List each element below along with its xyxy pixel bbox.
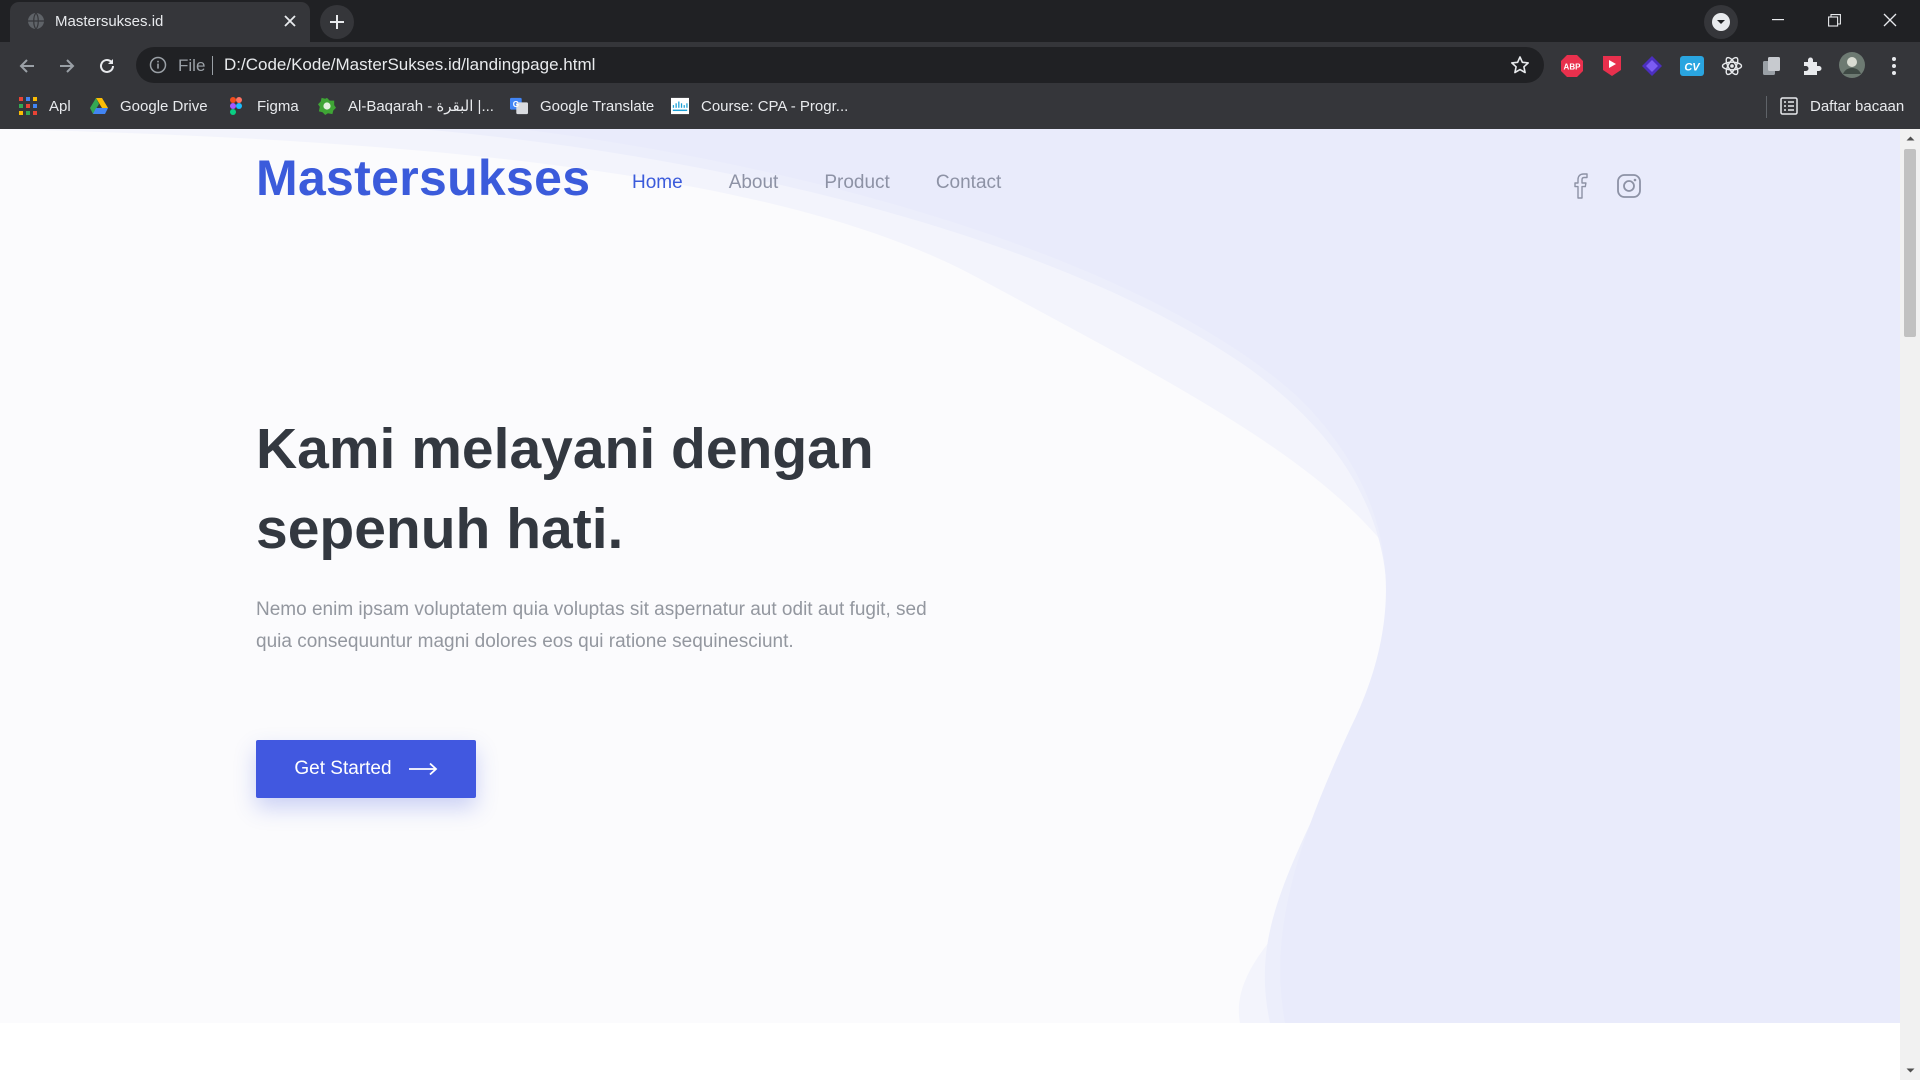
nav-home[interactable]: Home [632, 172, 683, 194]
google-drive-icon [90, 97, 108, 115]
tab-close-icon[interactable] [280, 11, 300, 31]
kebab-menu-icon[interactable] [1882, 54, 1906, 78]
video-extension-icon[interactable] [1600, 54, 1624, 78]
hero-headline: Kami melayani dengan sepenuh hati. [256, 417, 874, 561]
get-started-button[interactable]: Get Started [256, 740, 476, 798]
tab-mastersukses[interactable]: Mastersukses.id [10, 2, 310, 42]
bookmark-star-icon[interactable] [1510, 55, 1530, 75]
page-scrollbar[interactable] [1900, 129, 1920, 1080]
page-viewport: Mastersukses Home About Product Contact … [0, 129, 1900, 1080]
reading-list-label: Daftar bacaan [1810, 97, 1905, 115]
browser-chrome: Mastersukses.id File D:/Code/Kode/Master… [0, 0, 1920, 129]
bookmark-google-drive[interactable]: Google Drive [90, 88, 208, 124]
apps-grid-icon [19, 97, 37, 115]
bookmark-label: Google Translate [540, 97, 655, 115]
bookmarks-divider [1766, 96, 1767, 118]
copy-extension-icon[interactable] [1760, 54, 1784, 78]
hero-wave-background [0, 129, 1900, 1023]
new-tab-button[interactable] [320, 5, 354, 39]
adblock-plus-icon[interactable]: ABP [1560, 54, 1584, 78]
bookmark-label: Course: CPA - Progr... [701, 97, 849, 115]
svg-text:CV: CV [1684, 62, 1701, 74]
main-nav: Home About Product Contact [632, 172, 1001, 194]
scroll-down-icon[interactable] [1900, 1062, 1920, 1080]
chevron-down-icon [1712, 13, 1730, 31]
bookmark-label: Apl [49, 97, 71, 115]
google-translate-icon: G [510, 97, 528, 115]
scroll-up-icon[interactable] [1900, 129, 1920, 147]
reload-icon [100, 58, 114, 73]
quran-icon [318, 97, 336, 115]
diamond-extension-icon[interactable] [1640, 54, 1664, 78]
arrow-right-icon [408, 762, 437, 776]
arrow-right-icon [60, 59, 75, 73]
bookmark-al-baqarah[interactable]: Al-Baqarah - البقرة |... [318, 88, 494, 124]
scrollbar-thumb[interactable] [1904, 149, 1916, 337]
forward-button[interactable] [50, 49, 84, 83]
nav-contact[interactable]: Contact [936, 172, 1001, 194]
bookmark-course-cpa[interactable]: Course: CPA - Progr... [671, 88, 848, 124]
brand-logo[interactable]: Mastersukses [256, 149, 590, 207]
react-devtools-icon[interactable] [1720, 54, 1744, 78]
info-icon[interactable] [149, 56, 167, 74]
svg-text:G: G [513, 100, 519, 109]
close-icon [1883, 13, 1897, 27]
get-started-label: Get Started [294, 758, 392, 779]
tab-title: Mastersukses.id [55, 13, 164, 30]
tab-strip: Mastersukses.id [0, 0, 1920, 42]
bookmark-apps[interactable]: Apl [19, 88, 71, 124]
arrow-left-icon [19, 59, 34, 73]
url-text[interactable]: D:/Code/Kode/MasterSukses.id/landingpage… [224, 55, 595, 75]
cv-extension-icon[interactable]: CV [1680, 54, 1704, 78]
reload-button[interactable] [90, 49, 124, 83]
browser-toolbar: File D:/Code/Kode/MasterSukses.id/landin… [0, 42, 1920, 88]
bookmark-label: Google Drive [120, 97, 208, 115]
address-bar[interactable]: File D:/Code/Kode/MasterSukses.id/landin… [136, 47, 1544, 83]
nav-product[interactable]: Product [824, 172, 889, 194]
tab-search-button[interactable] [1704, 5, 1738, 39]
extensions-puzzle-icon[interactable] [1800, 54, 1824, 78]
minimize-icon [1772, 19, 1784, 21]
profile-avatar-icon[interactable] [1838, 51, 1866, 79]
instagram-icon[interactable] [1614, 171, 1644, 201]
reading-list-icon [1780, 97, 1798, 115]
url-scheme-label: File [178, 56, 206, 75]
back-button[interactable] [10, 49, 44, 83]
bookmarks-bar: Apl Google Drive Figma Al-Baqarah - البق… [0, 88, 1920, 129]
cisco-icon [671, 97, 689, 115]
minimize-button[interactable] [1750, 0, 1806, 40]
bookmark-figma[interactable]: Figma [227, 88, 299, 124]
globe-icon [27, 12, 45, 30]
facebook-icon[interactable] [1566, 171, 1596, 201]
restore-button[interactable] [1806, 0, 1862, 40]
plus-icon [330, 15, 344, 29]
nav-about[interactable]: About [729, 172, 779, 194]
hero-subtext: Nemo enim ipsam voluptatem quia voluptas… [256, 599, 927, 652]
bookmark-google-translate[interactable]: G Google Translate [510, 88, 654, 124]
bookmark-label: Al-Baqarah - البقرة |... [348, 98, 494, 115]
close-window-button[interactable] [1862, 0, 1918, 40]
svg-text:ABP: ABP [1564, 63, 1582, 72]
figma-icon [227, 97, 245, 115]
reading-list-button[interactable]: Daftar bacaan [1780, 88, 1904, 124]
hero-section: Mastersukses Home About Product Contact … [0, 129, 1900, 1023]
bookmark-label: Figma [257, 97, 299, 115]
url-separator [212, 56, 213, 75]
restore-icon [1827, 13, 1841, 27]
